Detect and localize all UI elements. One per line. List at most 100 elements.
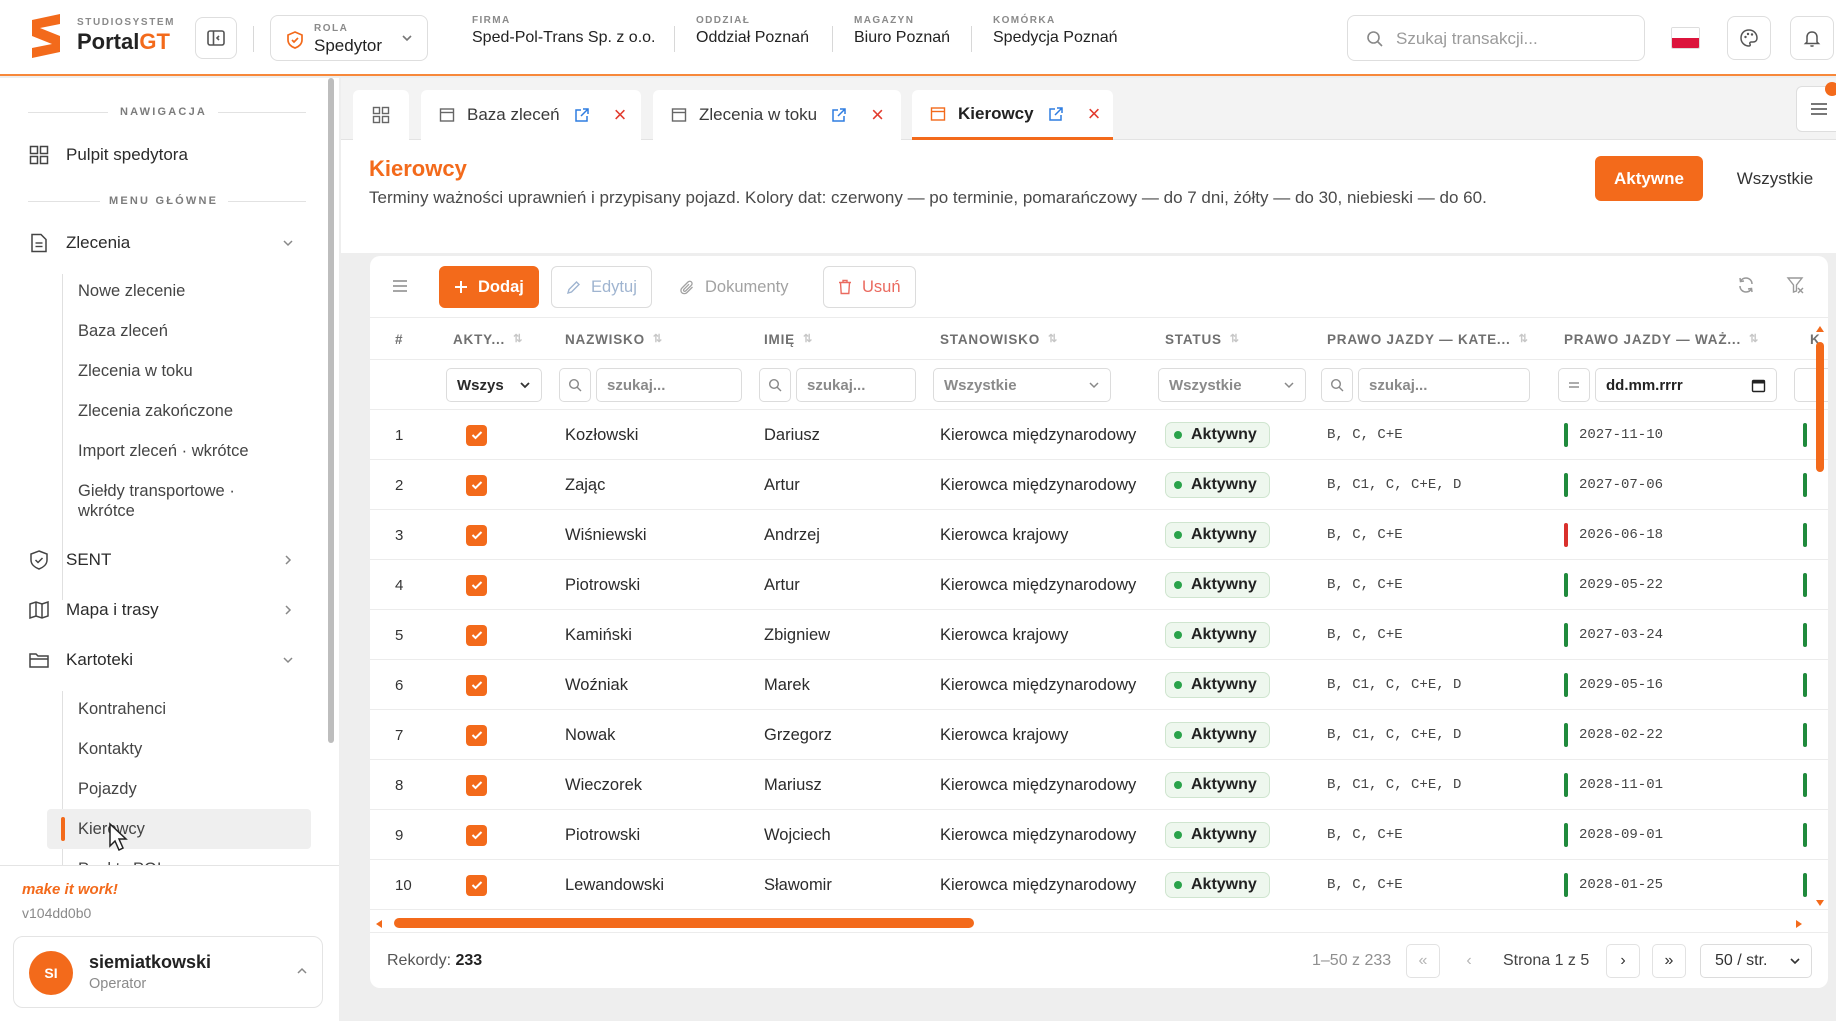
add-button[interactable]: Dodaj (439, 266, 539, 308)
checkbox-checked-icon[interactable] (466, 774, 487, 796)
table-row[interactable]: 9 Piotrowski Wojciech Kierowca międzynarodo… (370, 810, 1828, 860)
table-row[interactable]: 8 Wieczorek Mariusz Kierowca międzynarodowy… (370, 760, 1828, 810)
sidebar-item-contacts[interactable]: Kontakty (78, 739, 142, 759)
table-row[interactable]: 2 Zając Artur Kierowca międzynarodowy Aktywn… (370, 460, 1828, 510)
last-page-button[interactable]: » (1652, 944, 1686, 978)
sidebar-group-records[interactable]: Kartoteki (28, 649, 133, 671)
page-size-select[interactable]: 50 / str. (1700, 944, 1812, 978)
sidebar-item-freight-exchanges[interactable]: Giełdy transportowe · wkrótce (78, 481, 268, 521)
language-flag-icon[interactable] (1671, 27, 1700, 49)
filter-clear-icon[interactable] (1786, 276, 1804, 294)
active-checkbox[interactable] (466, 710, 487, 760)
sidebar-item-import-orders[interactable]: Import zleceń · wkrótce (78, 441, 249, 461)
date-filter-input[interactable]: dd.mm.rrrr (1595, 368, 1777, 402)
sidebar-item-new-order[interactable]: Nowe zlecenie (78, 281, 185, 301)
column-header-active[interactable]: AKTY... ⇅ (453, 318, 523, 360)
position-filter-select[interactable]: Wszystkie (933, 368, 1111, 402)
tab-orders-in-progress[interactable]: Zlecenia w toku × (653, 90, 901, 140)
category-filter-input[interactable]: szukaj... (1358, 368, 1530, 402)
column-header-status[interactable]: STATUS ⇅ (1165, 318, 1240, 360)
notifications-button[interactable] (1790, 16, 1834, 60)
column-header-number[interactable]: # (395, 318, 403, 360)
search-input[interactable] (1396, 26, 1631, 52)
sidebar-item-contractors[interactable]: Kontrahenci (78, 699, 166, 719)
scroll-up-icon[interactable] (1815, 324, 1825, 334)
external-link-icon[interactable] (1048, 106, 1064, 122)
checkbox-checked-icon[interactable] (466, 574, 487, 596)
table-row[interactable]: 10 Lewandowski Sławomir Kierowca międzynaro… (370, 860, 1828, 910)
vertical-scroll-thumb[interactable] (1816, 342, 1824, 472)
sidebar-item-orders-in-progress[interactable]: Zlecenia w toku (78, 361, 193, 381)
column-header-position[interactable]: STANOWISKO ⇅ (940, 318, 1058, 360)
sidebar-toggle-button[interactable] (195, 17, 237, 59)
refresh-icon[interactable] (1737, 276, 1755, 294)
table-row[interactable]: 1 Kozłowski Dariusz Kierowca międzynarodowy… (370, 410, 1828, 460)
table-row[interactable]: 3 Wiśniewski Andrzej Kierowca krajowy Aktywn… (370, 510, 1828, 560)
vertical-scrollbar[interactable] (1812, 322, 1828, 912)
date-operator-button[interactable] (1558, 368, 1590, 402)
scroll-down-icon[interactable] (1815, 898, 1825, 908)
role-select[interactable]: ROLA Spedytor (270, 15, 428, 61)
tab-orders-base[interactable]: Baza zleceń × (421, 90, 641, 140)
tab-overview[interactable] (353, 90, 409, 140)
horizontal-scroll-thumb[interactable] (394, 918, 974, 928)
active-checkbox[interactable] (466, 810, 487, 860)
surname-filter-input[interactable]: szukaj... (596, 368, 742, 402)
horizontal-scrollbar[interactable] (370, 914, 1828, 932)
active-checkbox[interactable] (466, 410, 487, 460)
sidebar-scrollbar[interactable] (328, 78, 334, 743)
table-row[interactable]: 4 Piotrowski Artur Kierowca międzynarodowy A… (370, 560, 1828, 610)
name-filter-input[interactable]: szukaj... (796, 368, 916, 402)
user-menu[interactable]: SI siemiatkowski Operator (13, 936, 323, 1008)
checkbox-checked-icon[interactable] (466, 474, 487, 496)
context-warehouse[interactable]: MAGAZYN Biuro Poznań (854, 15, 950, 47)
scroll-left-icon[interactable] (374, 919, 384, 929)
filter-active-button[interactable]: Aktywne (1595, 156, 1703, 201)
table-row[interactable]: 7 Nowak Grzegorz Kierowca krajowy Aktywny B, … (370, 710, 1828, 760)
table-row[interactable]: 5 Kamiński Zbigniew Kierowca krajowy Aktywny… (370, 610, 1828, 660)
next-page-button[interactable]: › (1606, 944, 1640, 978)
checkbox-checked-icon[interactable] (466, 724, 487, 746)
checkbox-checked-icon[interactable] (466, 824, 487, 846)
context-branch[interactable]: ODDZIAŁ Oddział Poznań (696, 15, 809, 47)
sidebar-item-vehicles[interactable]: Pojazdy (78, 779, 137, 799)
active-checkbox[interactable] (466, 510, 487, 560)
checkbox-checked-icon[interactable] (466, 874, 487, 896)
first-page-button[interactable]: « (1406, 944, 1440, 978)
transaction-search[interactable] (1347, 15, 1645, 61)
column-header-license-validity[interactable]: PRAWO JAZDY — WAŻ... ⇅ (1564, 318, 1759, 360)
column-header-license-category[interactable]: PRAWO JAZDY — KATE... ⇅ (1327, 318, 1529, 360)
external-link-icon[interactable] (831, 107, 847, 123)
filter-all-button[interactable]: Wszystkie (1720, 156, 1830, 201)
delete-button[interactable]: Usuń (823, 266, 916, 308)
sidebar-item-dashboard[interactable]: Pulpit spedytora (28, 144, 188, 166)
status-filter-select[interactable]: Wszystkie (1158, 368, 1306, 402)
checkbox-checked-icon[interactable] (466, 674, 487, 696)
edit-button[interactable]: Edytuj (551, 266, 652, 308)
checkbox-checked-icon[interactable] (466, 624, 487, 646)
active-checkbox[interactable] (466, 760, 487, 810)
context-company[interactable]: FIRMA Sped-Pol-Trans Sp. z o.o. (472, 15, 656, 47)
active-checkbox[interactable] (466, 660, 487, 710)
scroll-right-icon[interactable] (1794, 919, 1804, 929)
close-icon[interactable]: × (1088, 102, 1101, 125)
tab-drivers[interactable]: Kierowcy × (912, 90, 1113, 140)
table-row[interactable]: 6 Woźniak Marek Kierowca międzynarodowy Akty… (370, 660, 1828, 710)
sidebar-item-orders-completed[interactable]: Zlecenia zakończone (78, 401, 233, 421)
prev-page-button[interactable]: ‹ (1452, 944, 1486, 978)
theme-button[interactable] (1727, 16, 1771, 60)
column-header-first-name[interactable]: IMIĘ ⇅ (764, 318, 813, 360)
close-icon[interactable]: × (614, 104, 627, 126)
sidebar-group-map[interactable]: Mapa i trasy (28, 599, 159, 621)
context-unit[interactable]: KOMÓRKA Spedycja Poznań (993, 15, 1118, 47)
active-checkbox[interactable] (466, 560, 487, 610)
sidebar-item-orders-base[interactable]: Baza zleceń (78, 321, 168, 341)
sidebar-group-sent[interactable]: SENT (28, 549, 111, 571)
active-checkbox[interactable] (466, 460, 487, 510)
menu-icon[interactable] (392, 279, 408, 293)
active-filter-select[interactable]: Wszys (446, 368, 542, 402)
documents-button[interactable]: Dokumenty (666, 266, 803, 308)
close-icon[interactable]: × (871, 104, 884, 126)
column-header-surname[interactable]: NAZWISKO ⇅ (565, 318, 663, 360)
external-link-icon[interactable] (574, 107, 590, 123)
